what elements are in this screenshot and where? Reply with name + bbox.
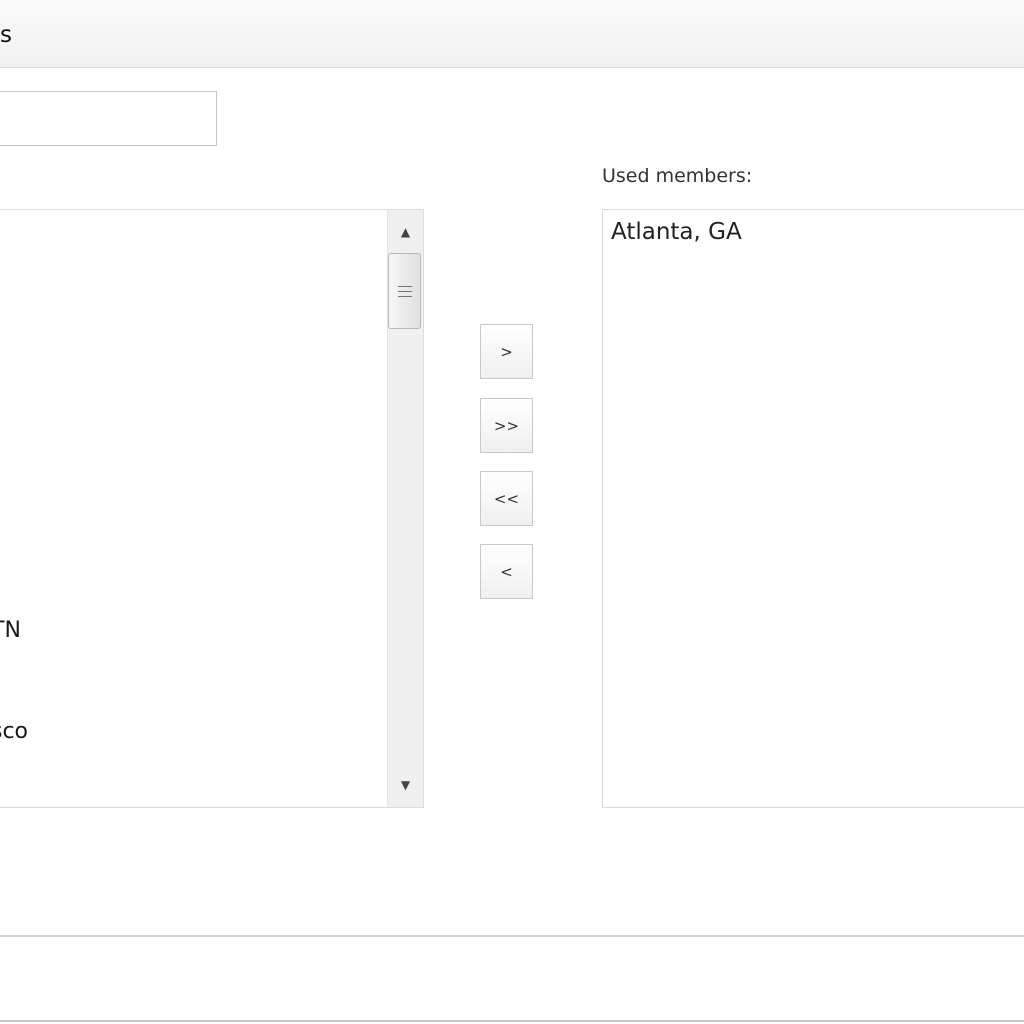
remove-all-button[interactable]: <<	[480, 471, 533, 526]
used-members-list[interactable]: Atlanta, GA	[602, 209, 1024, 808]
filter-input[interactable]	[0, 91, 217, 146]
footer-bottom-border	[0, 1020, 1024, 1022]
add-selected-button[interactable]: >	[480, 324, 533, 379]
available-list-scrollbar[interactable]: ▲ ▼	[387, 210, 423, 807]
list-item[interactable]: TN	[0, 618, 21, 644]
dialog-titlebar: s	[0, 0, 1024, 68]
list-item[interactable]: Atlanta, GA	[611, 219, 742, 245]
remove-selected-button[interactable]: <	[480, 544, 533, 599]
member-selector-dialog: s Used members: TN sco ▲ ▼ > >> << < Atl…	[0, 0, 1024, 1024]
add-all-button[interactable]: >>	[480, 398, 533, 453]
scroll-down-arrow-icon[interactable]: ▼	[388, 767, 423, 803]
scroll-thumb[interactable]	[388, 253, 421, 329]
list-item[interactable]: sco	[0, 719, 28, 745]
scroll-up-arrow-icon[interactable]: ▲	[388, 214, 423, 250]
used-members-label: Used members:	[602, 165, 753, 187]
grip-icon	[397, 285, 412, 297]
available-members-list[interactable]: TN sco ▲ ▼	[0, 209, 424, 808]
footer-divider	[0, 935, 1024, 937]
dialog-title: s	[0, 22, 12, 48]
